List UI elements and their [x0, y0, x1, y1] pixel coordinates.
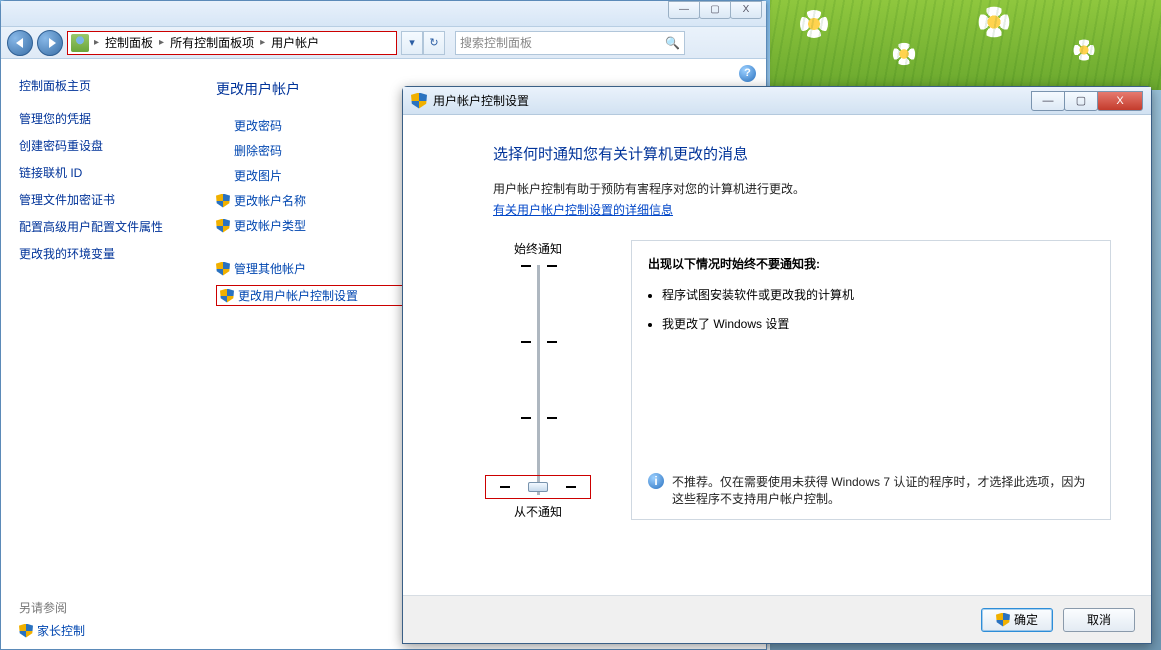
uac-level-when-title: 出现以下情况时始终不要通知我:: [648, 255, 1094, 272]
action-label: 更改帐户名称: [234, 192, 306, 209]
breadcrumb-item-all-items[interactable]: 所有控制面板项: [166, 34, 258, 51]
shield-icon: [216, 262, 230, 276]
ok-button-label: 确定: [1014, 611, 1038, 628]
slider-thumb[interactable]: [528, 482, 548, 492]
desktop-wallpaper: [770, 0, 1161, 90]
cancel-button[interactable]: 取消: [1063, 608, 1135, 632]
breadcrumb-sep-icon: ▸: [92, 37, 101, 48]
refresh-button[interactable]: ↻: [423, 31, 445, 55]
sidebar-link-env-vars[interactable]: 更改我的环境变量: [19, 245, 186, 262]
uac-settings-dialog: 用户帐户控制设置 — ▢ X 选择何时通知您有关计算机更改的消息 用户帐户控制有…: [402, 86, 1152, 644]
uac-level-note: i 不推荐。仅在需要使用未获得 Windows 7 认证的程序时，才选择此选项，…: [648, 473, 1094, 507]
nav-toolbar: ▸ 控制面板 ▸ 所有控制面板项 ▸ 用户帐户 ▾ ↻ 搜索控制面板 🔍: [1, 27, 766, 59]
cancel-button-label: 取消: [1087, 611, 1111, 628]
address-history-dropdown[interactable]: ▾: [401, 31, 423, 55]
sidebar-link-password-reset-disk[interactable]: 创建密码重设盘: [19, 137, 186, 154]
control-panel-sidebar: 控制面板主页 管理您的凭据 创建密码重设盘 链接联机 ID 管理文件加密证书 配…: [1, 59, 196, 649]
main-close-button[interactable]: X: [730, 1, 762, 19]
shield-icon: [19, 624, 33, 638]
search-icon: 🔍: [665, 36, 680, 50]
ok-button[interactable]: 确定: [981, 608, 1053, 632]
breadcrumb-sep-icon: ▸: [258, 37, 267, 48]
uac-details-link[interactable]: 有关用户帐户控制设置的详细信息: [493, 201, 1111, 218]
sidebar-link-credentials[interactable]: 管理您的凭据: [19, 110, 186, 127]
sidebar-link-parental-controls[interactable]: 家长控制: [19, 622, 186, 639]
uac-description: 用户帐户控制有助于预防有害程序对您的计算机进行更改。: [493, 180, 1111, 197]
search-placeholder: 搜索控制面板: [460, 34, 532, 51]
slider-tick: [521, 265, 557, 267]
shield-icon: [216, 194, 230, 208]
uac-bullet-item: 我更改了 Windows 设置: [662, 315, 1094, 332]
uac-close-button[interactable]: X: [1097, 91, 1143, 111]
sidebar-home-link[interactable]: 控制面板主页: [19, 77, 186, 94]
slider-thumb-highlight: [485, 475, 591, 499]
help-icon[interactable]: ?: [739, 65, 756, 82]
uac-title-text: 用户帐户控制设置: [433, 92, 529, 109]
uac-level-note-text: 不推荐。仅在需要使用未获得 Windows 7 认证的程序时，才选择此选项，因为…: [672, 473, 1094, 507]
breadcrumb-sep-icon: ▸: [157, 37, 166, 48]
uac-level-bullets: 程序试图安装软件或更改我的计算机 我更改了 Windows 设置: [662, 286, 1094, 344]
shield-icon: [411, 93, 427, 109]
action-label: 删除密码: [234, 142, 282, 159]
main-maximize-button[interactable]: ▢: [699, 1, 731, 19]
slider-track[interactable]: [537, 265, 540, 495]
slider-tick: [521, 417, 557, 419]
breadcrumb-item-control-panel[interactable]: 控制面板: [101, 34, 157, 51]
action-label: 更改帐户类型: [234, 217, 306, 234]
address-bar-icon: [71, 34, 89, 52]
main-titlebar[interactable]: — ▢ X: [1, 1, 766, 27]
uac-bullet-item: 程序试图安装软件或更改我的计算机: [662, 286, 1094, 303]
main-minimize-button[interactable]: —: [668, 1, 700, 19]
uac-maximize-button[interactable]: ▢: [1064, 91, 1098, 111]
address-bar[interactable]: ▸ 控制面板 ▸ 所有控制面板项 ▸ 用户帐户: [67, 31, 397, 55]
slider-tick: [521, 341, 557, 343]
shield-icon: [216, 219, 230, 233]
search-input[interactable]: 搜索控制面板 🔍: [455, 31, 685, 55]
action-label: 更改用户帐户控制设置: [238, 287, 358, 304]
slider-label-never: 从不通知: [493, 503, 583, 520]
uac-level-info-panel: 出现以下情况时始终不要通知我: 程序试图安装软件或更改我的计算机 我更改了 Wi…: [631, 240, 1111, 520]
uac-heading: 选择何时通知您有关计算机更改的消息: [493, 143, 1111, 164]
shield-icon: [996, 613, 1010, 627]
slider-label-always: 始终通知: [493, 240, 583, 257]
sidebar-link-encryption-certs[interactable]: 管理文件加密证书: [19, 191, 186, 208]
nav-back-button[interactable]: [7, 30, 33, 56]
uac-footer: 确定 取消: [403, 595, 1151, 643]
shield-icon: [220, 289, 234, 303]
info-icon: i: [648, 473, 664, 489]
action-label: 更改密码: [234, 117, 282, 134]
action-label: 管理其他帐户: [234, 260, 306, 277]
uac-body: 选择何时通知您有关计算机更改的消息 用户帐户控制有助于预防有害程序对您的计算机进…: [403, 115, 1151, 595]
sidebar-link-online-id[interactable]: 链接联机 ID: [19, 164, 186, 181]
uac-slider[interactable]: 始终通知 从不通知: [493, 240, 583, 520]
uac-titlebar[interactable]: 用户帐户控制设置 — ▢ X: [403, 87, 1151, 115]
uac-minimize-button[interactable]: —: [1031, 91, 1065, 111]
action-label: 更改图片: [234, 167, 282, 184]
sidebar-see-also-text: 家长控制: [37, 622, 85, 639]
sidebar-link-advanced-profile[interactable]: 配置高级用户配置文件属性: [19, 218, 186, 235]
sidebar-see-also-label: 另请参阅: [19, 559, 186, 616]
nav-forward-button[interactable]: [37, 30, 63, 56]
breadcrumb-item-user-accounts[interactable]: 用户帐户: [267, 34, 323, 51]
